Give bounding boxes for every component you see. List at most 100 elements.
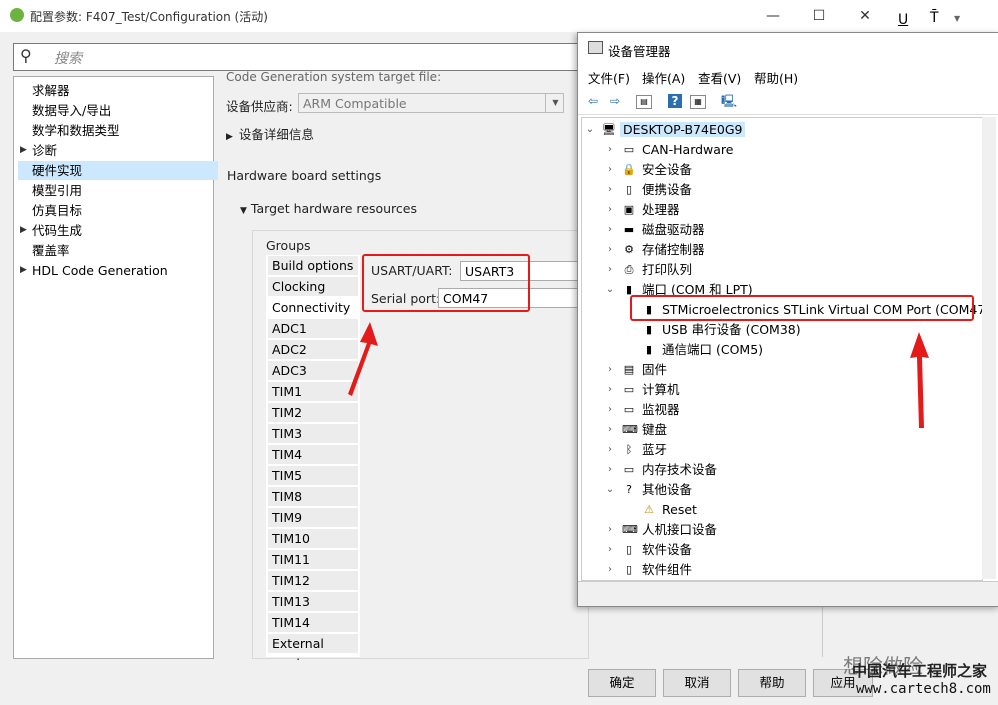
expand-chevron-icon[interactable]: › (605, 144, 615, 155)
properties-icon[interactable]: ▤ (636, 95, 652, 109)
collapse-chevron-icon[interactable]: ⌄ (605, 284, 615, 295)
tree-item-label: 仿真目标 (32, 203, 83, 218)
group-item[interactable]: TIM3 (268, 424, 358, 444)
group-item[interactable]: TIM2 (268, 403, 358, 423)
expand-chevron-icon[interactable]: › (605, 524, 615, 535)
expand-chevron-icon[interactable]: › (605, 384, 615, 395)
expand-chevron-icon[interactable]: › (605, 184, 615, 195)
help-button[interactable]: 帮助 (738, 669, 806, 697)
scan-hardware-icon[interactable]: 🖳 (720, 92, 738, 110)
device-category[interactable]: 人机接口设备 (642, 520, 717, 540)
group-item[interactable]: TIM8 (268, 487, 358, 507)
device-item[interactable]: Reset (662, 500, 697, 520)
group-item[interactable]: TIM11 (268, 550, 358, 570)
group-item[interactable]: TIM9 (268, 508, 358, 528)
group-item[interactable]: TIM5 (268, 466, 358, 486)
tree-item[interactable]: ▶ HDL Code Generation (20, 261, 168, 280)
group-item[interactable]: External mode (268, 634, 358, 671)
tree-item-label: 数据导入/导出 (32, 103, 112, 118)
device-category[interactable]: 计算机 (642, 380, 680, 400)
expand-chevron-icon[interactable]: › (605, 224, 615, 235)
expand-chevron-icon[interactable]: › (605, 164, 615, 175)
device-tree-scrollbar[interactable] (982, 117, 996, 579)
device-category[interactable]: 存储控制器 (642, 240, 705, 260)
text-style-icon[interactable]: T̄ (930, 10, 939, 26)
tree-item[interactable]: 覆盖率 (32, 241, 70, 260)
device-item[interactable]: USB 串行设备 (COM38) (662, 320, 801, 340)
group-item[interactable]: TIM4 (268, 445, 358, 465)
tree-item[interactable]: 数学和数据类型 (32, 121, 120, 140)
device-category-icon: ▣ (623, 203, 635, 216)
group-item[interactable]: Build options (268, 256, 358, 276)
collapse-chevron-icon[interactable]: ⌄ (605, 484, 615, 495)
group-item[interactable]: Clocking (268, 277, 358, 297)
target-hw-resources-toggle[interactable]: ▼ Target hardware resources (240, 201, 417, 216)
menu-help[interactable]: 帮助(H) (754, 68, 798, 87)
cancel-button[interactable]: 取消 (663, 669, 731, 697)
menu-action[interactable]: 操作(A) (642, 68, 685, 87)
tree-item-label: 数学和数据类型 (32, 123, 120, 138)
menu-view[interactable]: 查看(V) (698, 68, 741, 87)
device-category[interactable]: 键盘 (642, 420, 667, 440)
device-category[interactable]: 软件设备 (642, 540, 692, 560)
device-category[interactable]: 处理器 (642, 200, 680, 220)
device-category[interactable]: 内存技术设备 (642, 460, 717, 480)
device-category[interactable]: 软件组件 (642, 560, 692, 580)
config-window-title: 配置参数: F407_Test/Configuration (活动) (30, 10, 268, 24)
computer-icon: 🖥 (602, 123, 616, 136)
tree-item[interactable]: 数据导入/导出 (32, 101, 111, 120)
device-category[interactable]: 磁盘驱动器 (642, 220, 705, 240)
device-category[interactable]: 其他设备 (642, 480, 692, 500)
maximize-button[interactable]: ☐ (796, 4, 842, 28)
expand-arrow-icon[interactable]: ▶ (20, 221, 27, 240)
tree-item[interactable]: 模型引用 (32, 181, 82, 200)
device-category[interactable]: 蓝牙 (642, 440, 667, 460)
tree-item[interactable]: 硬件实现 (18, 161, 224, 180)
expand-chevron-icon[interactable]: › (605, 424, 615, 435)
groups-list: Build options Clocking Connectivity ADC1 ADC… (266, 255, 360, 671)
device-category[interactable]: 打印队列 (642, 260, 692, 280)
device-category[interactable]: 安全设备 (642, 160, 692, 180)
expand-chevron-icon[interactable]: › (605, 464, 615, 475)
tree-item[interactable]: ▶ 代码生成 (20, 221, 82, 240)
update-driver-icon[interactable]: ▦ (690, 95, 706, 109)
group-item[interactable]: Connectivity (268, 298, 358, 318)
forward-arrow-icon[interactable]: ⇨ (606, 92, 624, 110)
expand-chevron-icon[interactable]: › (605, 364, 615, 375)
tree-item[interactable]: 仿真目标 (32, 201, 82, 220)
group-item[interactable]: TIM14 (268, 613, 358, 633)
expand-arrow-icon[interactable]: ▶ (20, 141, 27, 160)
expand-chevron-icon[interactable]: › (605, 544, 615, 555)
ok-button[interactable]: 确定 (588, 669, 656, 697)
group-item[interactable]: TIM12 (268, 571, 358, 591)
tree-item[interactable]: 求解器 (32, 81, 70, 100)
device-category[interactable]: CAN-Hardware (642, 140, 734, 160)
config-titlebar: 配置参数: F407_Test/Configuration (活动) — ☐ ✕ (0, 0, 890, 32)
chevron-down-icon[interactable]: ▼ (545, 93, 565, 113)
menu-file[interactable]: 文件(F) (588, 68, 630, 87)
expand-arrow-icon[interactable]: ▶ (20, 261, 27, 280)
device-category[interactable]: 便携设备 (642, 180, 692, 200)
back-arrow-icon[interactable]: ⇦ (584, 92, 602, 110)
minimize-button[interactable]: — (750, 4, 796, 28)
device-category[interactable]: 固件 (642, 360, 667, 380)
underline-icon[interactable]: U (898, 12, 908, 28)
device-item[interactable]: 通信端口 (COM5) (662, 340, 763, 360)
close-button[interactable]: ✕ (842, 4, 888, 28)
help-icon[interactable]: ? (668, 94, 682, 108)
expand-chevron-icon[interactable]: › (605, 444, 615, 455)
expand-chevron-icon[interactable]: › (605, 564, 615, 575)
vendor-select[interactable]: ARM Compatible (298, 93, 564, 113)
group-item[interactable]: TIM13 (268, 592, 358, 612)
chevron-down-icon[interactable]: ▼ (954, 14, 960, 23)
group-item[interactable]: TIM10 (268, 529, 358, 549)
expand-chevron-icon[interactable]: › (605, 264, 615, 275)
expand-chevron-icon[interactable]: › (605, 204, 615, 215)
device-details-toggle[interactable]: ▶ 设备详细信息 (226, 124, 314, 143)
device-category[interactable]: 监视器 (642, 400, 680, 420)
expand-chevron-icon[interactable]: › (605, 404, 615, 415)
tree-item[interactable]: ▶ 诊断 (20, 141, 57, 160)
expand-chevron-icon[interactable]: › (605, 244, 615, 255)
device-tree-root[interactable]: DESKTOP-B74E0G9 (620, 120, 746, 140)
collapse-chevron-icon[interactable]: ⌄ (585, 124, 595, 135)
